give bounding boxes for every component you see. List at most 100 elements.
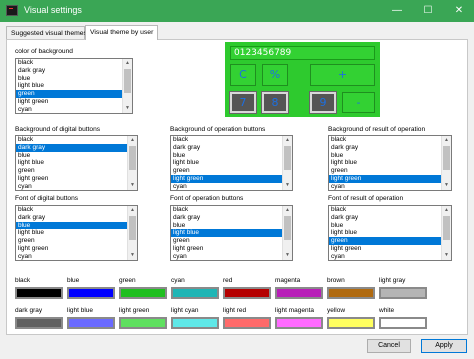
maximize-button[interactable]: ☐ — [413, 0, 443, 22]
scroll-down-icon[interactable]: ▼ — [283, 251, 292, 260]
swatch-color-box[interactable] — [275, 317, 323, 329]
swatch[interactable]: blue — [67, 277, 117, 301]
scrollbar[interactable]: ▲ ▼ — [127, 206, 137, 260]
swatch-color-box[interactable] — [171, 287, 219, 299]
swatch-color-box[interactable] — [223, 287, 271, 299]
list-item[interactable]: blue — [171, 152, 282, 160]
list-item[interactable]: dark gray — [329, 144, 441, 152]
scroll-down-icon[interactable]: ▼ — [123, 104, 132, 113]
swatch-color-box[interactable] — [327, 287, 375, 299]
scroll-up-icon[interactable]: ▲ — [442, 206, 451, 215]
swatch[interactable]: brown — [327, 277, 377, 301]
list-item[interactable]: blue — [329, 222, 441, 230]
list-item[interactable]: blue — [329, 152, 441, 160]
swatch-color-box[interactable] — [275, 287, 323, 299]
list-item[interactable]: black — [329, 136, 441, 144]
scroll-up-icon[interactable]: ▲ — [283, 136, 292, 145]
list-item[interactable]: dark gray — [171, 144, 282, 152]
list-item[interactable]: cyan — [16, 106, 122, 113]
list-item[interactable]: green — [329, 167, 441, 175]
scroll-up-icon[interactable]: ▲ — [283, 206, 292, 215]
list-item[interactable]: dark gray — [329, 214, 441, 222]
list-item[interactable]: cyan — [329, 183, 441, 190]
list-item[interactable]: light blue — [171, 159, 282, 167]
swatch-color-box[interactable] — [379, 317, 427, 329]
swatch[interactable]: white — [379, 307, 429, 331]
scrollbar[interactable]: ▲ ▼ — [122, 59, 132, 113]
scroll-thumb[interactable] — [129, 216, 136, 240]
swatch-color-box[interactable] — [15, 287, 63, 299]
font-result-list[interactable]: black dark gray blue light blue green light g… — [328, 205, 452, 261]
list-item[interactable]: black — [171, 136, 282, 144]
scroll-down-icon[interactable]: ▼ — [128, 181, 137, 190]
tab-theme-by-user[interactable]: Visual theme by user — [85, 25, 158, 40]
swatch[interactable]: magenta — [275, 277, 325, 301]
font-operation-list[interactable]: black dark gray blue light blue green light g… — [170, 205, 293, 261]
close-button[interactable]: ✕ — [444, 0, 474, 22]
list-item[interactable]: light green — [16, 175, 127, 183]
swatch[interactable]: yellow — [327, 307, 377, 331]
bg-digital-list[interactable]: black dark gray blue light blue green light g… — [15, 135, 138, 191]
scroll-thumb[interactable] — [443, 146, 450, 170]
swatch[interactable]: dark gray — [15, 307, 65, 331]
scroll-up-icon[interactable]: ▲ — [123, 59, 132, 68]
swatch-color-box[interactable] — [119, 287, 167, 299]
swatch[interactable]: green — [119, 277, 169, 301]
scroll-thumb[interactable] — [284, 146, 291, 170]
list-item[interactable]: light green — [16, 245, 127, 253]
scroll-down-icon[interactable]: ▼ — [442, 181, 451, 190]
scrollbar[interactable]: ▲ ▼ — [441, 206, 451, 260]
list-item[interactable]: green — [329, 237, 441, 245]
list-item[interactable]: blue — [16, 75, 122, 83]
list-item[interactable]: light green — [16, 98, 122, 106]
font-digital-list[interactable]: black dark gray blue light blue green light g… — [15, 205, 138, 261]
list-item[interactable]: light green — [329, 174, 441, 183]
list-item[interactable]: light blue — [329, 159, 441, 167]
list-item[interactable]: green — [171, 237, 282, 245]
swatch[interactable]: light red — [223, 307, 273, 331]
scrollbar[interactable]: ▲ ▼ — [282, 136, 292, 190]
scroll-up-icon[interactable]: ▲ — [442, 136, 451, 145]
scroll-thumb[interactable] — [124, 69, 131, 93]
scroll-down-icon[interactable]: ▼ — [283, 181, 292, 190]
bg-operation-list[interactable]: black dark gray blue light blue green light g… — [170, 135, 293, 191]
swatch-color-box[interactable] — [67, 317, 115, 329]
bg-result-list[interactable]: black dark gray blue light blue green light g… — [328, 135, 452, 191]
scrollbar[interactable]: ▲ ▼ — [441, 136, 451, 190]
swatch[interactable]: black — [15, 277, 65, 301]
scroll-down-icon[interactable]: ▼ — [128, 251, 137, 260]
list-item[interactable]: black — [171, 206, 282, 214]
swatch[interactable]: cyan — [171, 277, 221, 301]
list-item[interactable]: green — [16, 90, 122, 98]
list-item[interactable]: dark gray — [171, 214, 282, 222]
list-item[interactable]: cyan — [16, 253, 127, 260]
swatch-color-box[interactable] — [171, 317, 219, 329]
list-item[interactable]: light blue — [16, 229, 127, 237]
swatch-color-box[interactable] — [15, 317, 63, 329]
list-item[interactable]: black — [16, 206, 127, 214]
list-item[interactable]: blue — [16, 152, 127, 160]
list-item[interactable]: light green — [329, 245, 441, 253]
list-item[interactable]: dark gray — [16, 143, 127, 152]
swatch-color-box[interactable] — [119, 317, 167, 329]
list-item[interactable]: light green — [171, 245, 282, 253]
minimize-button[interactable]: — — [382, 0, 412, 22]
list-item[interactable]: light blue — [16, 82, 122, 90]
list-item[interactable]: dark gray — [16, 67, 122, 75]
list-item[interactable]: green — [16, 237, 127, 245]
swatch-color-box[interactable] — [67, 287, 115, 299]
list-item[interactable]: green — [171, 167, 282, 175]
cancel-button[interactable]: Cancel — [367, 339, 411, 353]
list-item[interactable]: cyan — [329, 253, 441, 260]
swatch[interactable]: red — [223, 277, 273, 301]
swatch[interactable]: light cyan — [171, 307, 221, 331]
swatch[interactable]: light blue — [67, 307, 117, 331]
scroll-thumb[interactable] — [443, 216, 450, 240]
swatch[interactable]: light magenta — [275, 307, 325, 331]
scrollbar[interactable]: ▲ ▼ — [282, 206, 292, 260]
list-item[interactable]: light blue — [171, 229, 282, 238]
list-item[interactable]: cyan — [171, 253, 282, 260]
list-item[interactable]: light blue — [329, 229, 441, 237]
list-item[interactable]: light green — [171, 174, 282, 183]
scroll-up-icon[interactable]: ▲ — [128, 206, 137, 215]
